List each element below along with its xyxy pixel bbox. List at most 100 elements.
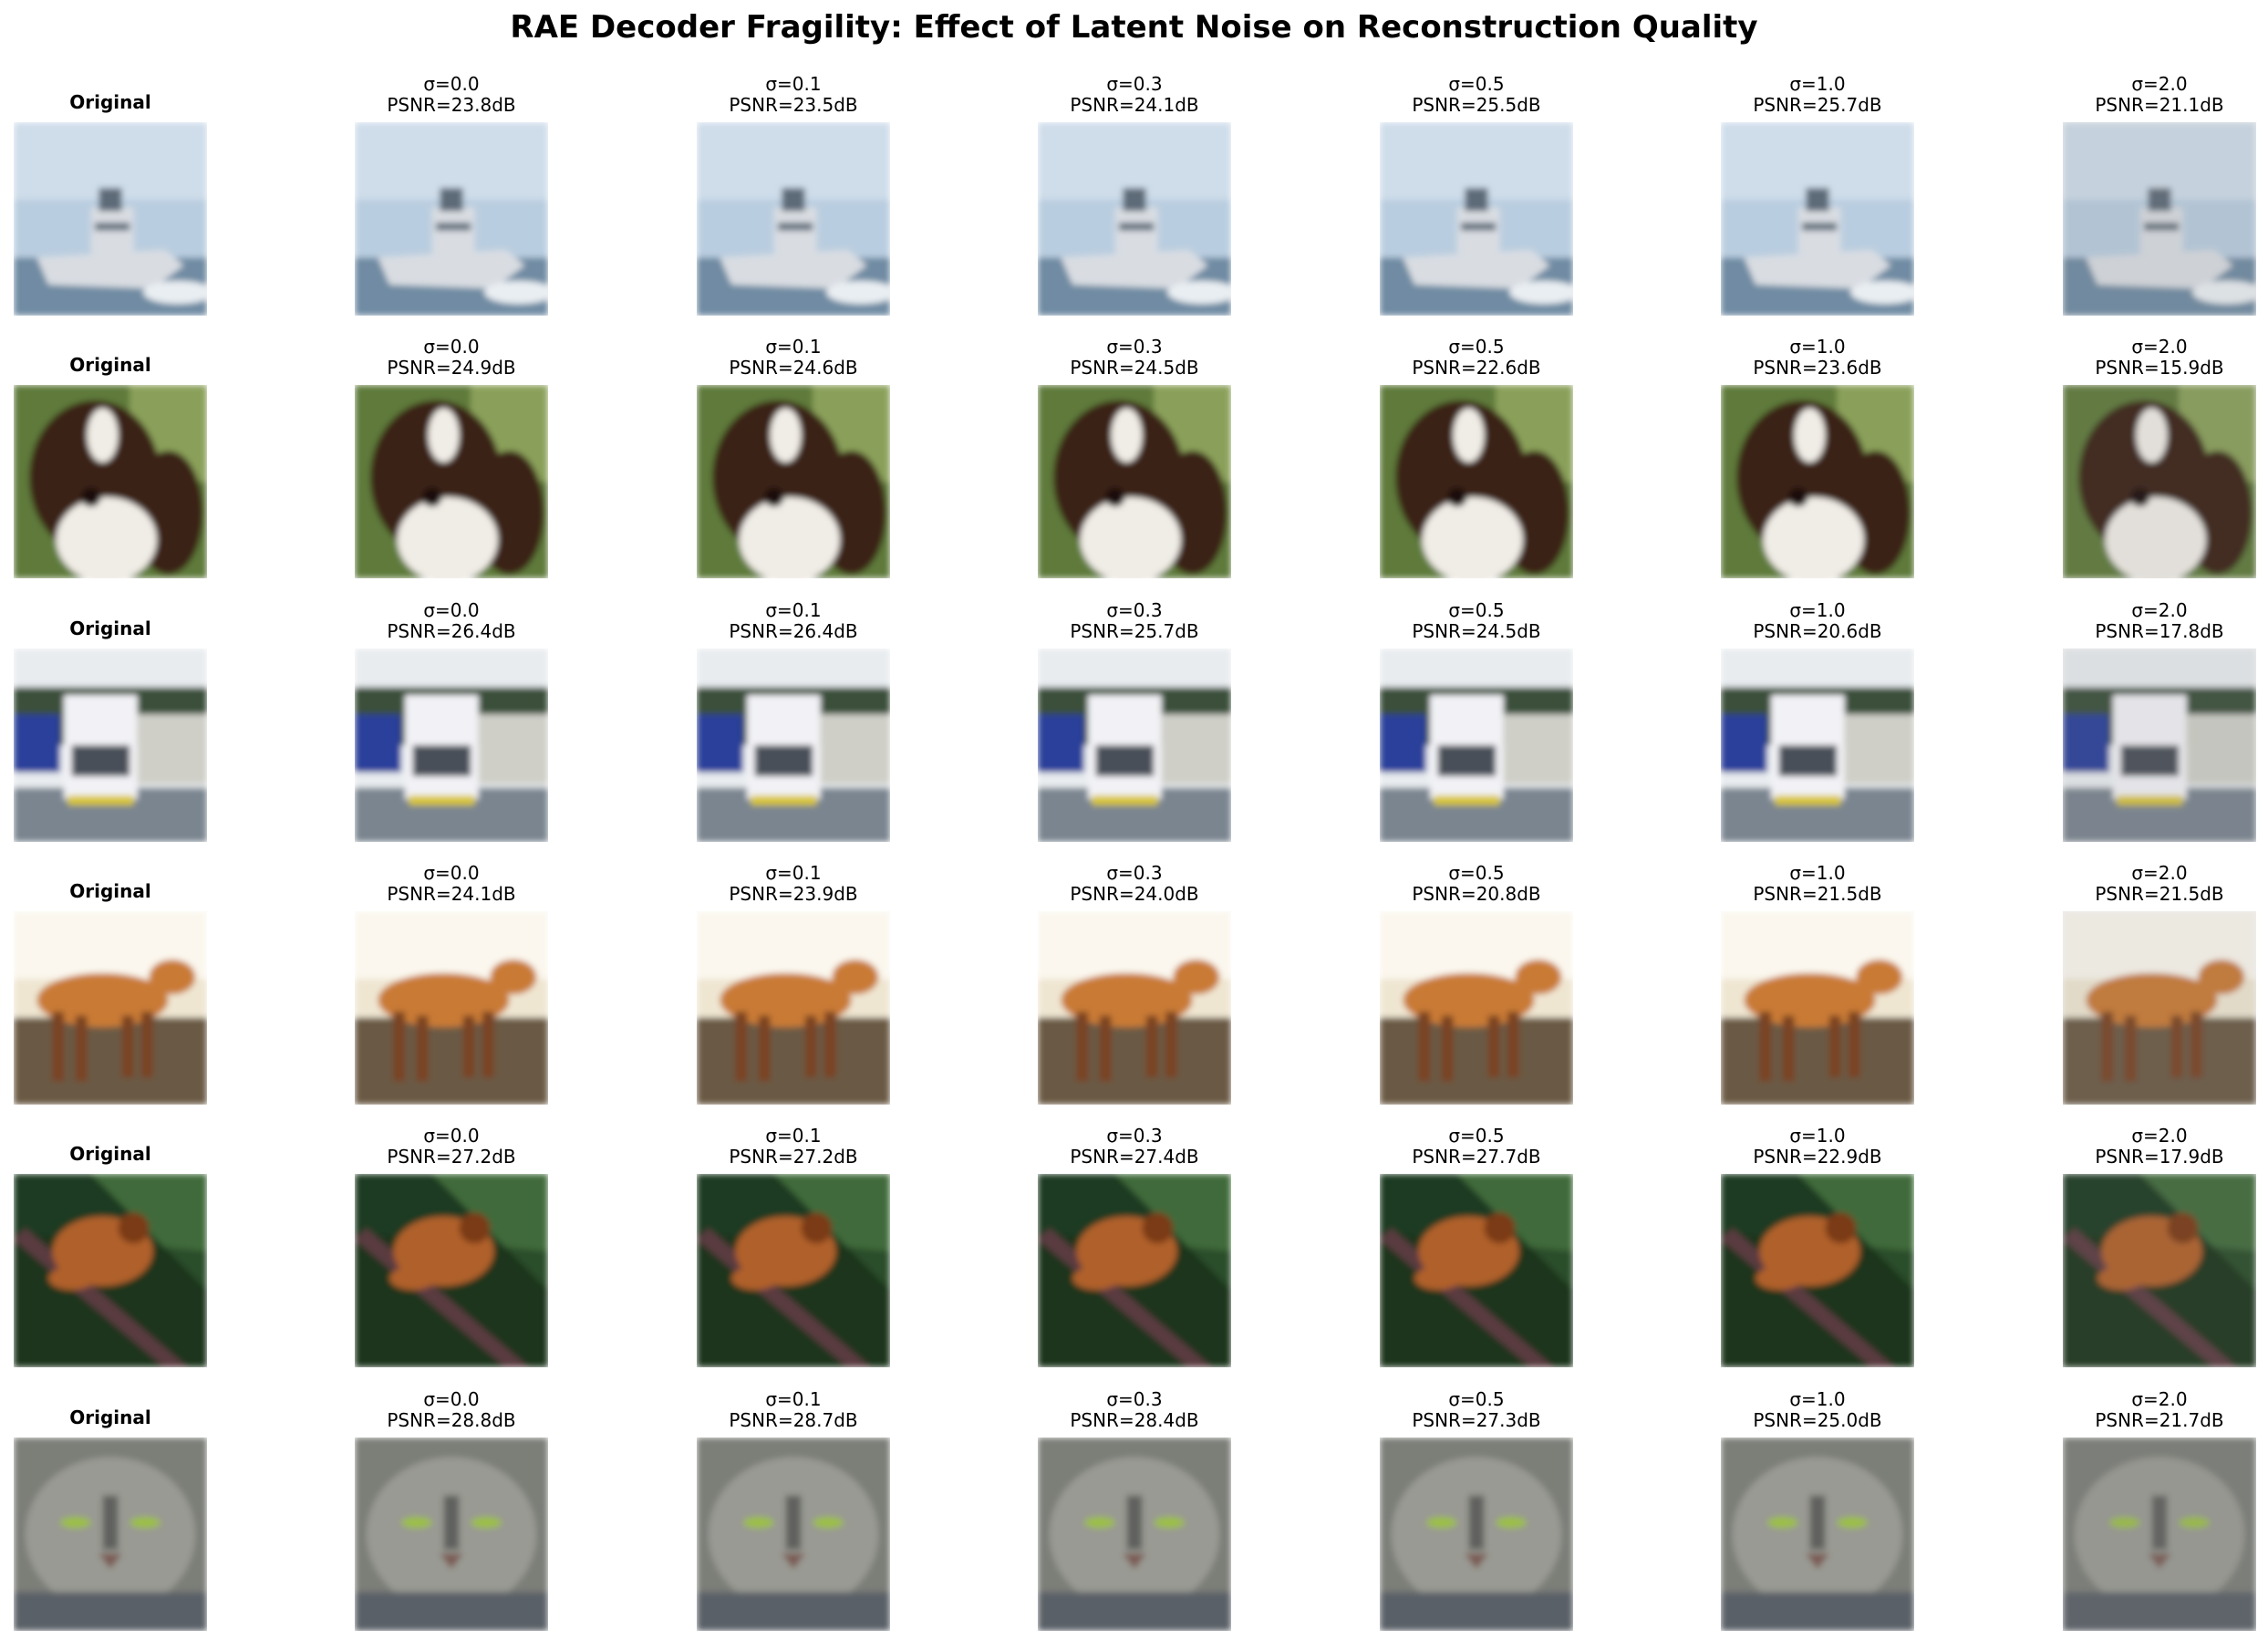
psnr-label: PSNR=25.0dB	[1753, 1409, 1882, 1431]
frog-icon	[1721, 1174, 1914, 1367]
dog-icon	[1380, 385, 1573, 578]
sigma-label: σ=0.5	[1448, 862, 1505, 884]
dog-image	[1380, 385, 1573, 578]
psnr-label: PSNR=21.5dB	[2095, 883, 2224, 905]
frog-icon	[1380, 1174, 1573, 1367]
sigma-label: σ=0.0	[423, 862, 480, 884]
psnr-label: PSNR=24.5dB	[1412, 620, 1541, 642]
original-label: Original	[69, 618, 151, 639]
cat-icon	[1380, 1438, 1573, 1631]
horse-image	[355, 911, 548, 1105]
sigma-label: σ=0.1	[765, 336, 822, 358]
figure-title: RAE Decoder Fragility: Effect of Latent …	[510, 9, 1758, 46]
truck-icon	[1721, 649, 1914, 842]
truck-icon	[355, 649, 548, 842]
sigma-label: σ=0.1	[765, 599, 822, 621]
truck-image	[2063, 649, 2256, 842]
horse-image	[14, 911, 207, 1105]
dog-icon	[2063, 385, 2256, 578]
cat-image	[1380, 1438, 1573, 1631]
dog-image	[697, 385, 890, 578]
truck-icon	[2063, 649, 2256, 842]
psnr-label: PSNR=24.1dB	[387, 883, 516, 905]
sigma-label: σ=2.0	[2131, 862, 2188, 884]
psnr-label: PSNR=23.5dB	[729, 94, 858, 116]
sigma-label: σ=1.0	[1789, 1388, 1846, 1410]
original-label: Original	[69, 880, 151, 902]
cat-icon	[355, 1438, 548, 1631]
truck-image	[1038, 649, 1231, 842]
sigma-label: σ=2.0	[2131, 1125, 2188, 1147]
psnr-label: PSNR=27.7dB	[1412, 1146, 1541, 1168]
sigma-label: σ=2.0	[2131, 1388, 2188, 1410]
truck-image	[355, 649, 548, 842]
psnr-label: PSNR=23.9dB	[729, 883, 858, 905]
psnr-label: PSNR=24.5dB	[1070, 357, 1199, 379]
psnr-label: PSNR=25.5dB	[1412, 94, 1541, 116]
horse-icon	[1038, 911, 1231, 1105]
frog-image	[355, 1174, 548, 1367]
sigma-label: σ=1.0	[1789, 336, 1846, 358]
boat-icon	[2063, 122, 2256, 316]
sigma-label: σ=0.0	[423, 73, 480, 95]
cat-icon	[1721, 1438, 1914, 1631]
cat-icon	[697, 1438, 890, 1631]
cat-icon	[1038, 1438, 1231, 1631]
horse-icon	[355, 911, 548, 1105]
cat-image	[1038, 1438, 1231, 1631]
cat-image	[355, 1438, 548, 1631]
frog-image	[1038, 1174, 1231, 1367]
sigma-label: σ=1.0	[1789, 1125, 1846, 1147]
frog-image	[1380, 1174, 1573, 1367]
psnr-label: PSNR=26.4dB	[387, 620, 516, 642]
boat-image	[1380, 122, 1573, 316]
original-label: Original	[69, 91, 151, 113]
psnr-label: PSNR=27.2dB	[729, 1146, 858, 1168]
cat-image	[2063, 1438, 2256, 1631]
sigma-label: σ=1.0	[1789, 73, 1846, 95]
horse-icon	[14, 911, 207, 1105]
sigma-label: σ=0.3	[1106, 862, 1163, 884]
sigma-label: σ=1.0	[1789, 862, 1846, 884]
boat-image	[697, 122, 890, 316]
sigma-label: σ=0.0	[423, 336, 480, 358]
psnr-label: PSNR=27.3dB	[1412, 1409, 1541, 1431]
cat-image	[1721, 1438, 1914, 1631]
psnr-label: PSNR=21.7dB	[2095, 1409, 2224, 1431]
psnr-label: PSNR=21.1dB	[2095, 94, 2224, 116]
psnr-label: PSNR=24.1dB	[1070, 94, 1199, 116]
sigma-label: σ=0.5	[1448, 73, 1505, 95]
psnr-label: PSNR=21.5dB	[1753, 883, 1882, 905]
horse-image	[697, 911, 890, 1105]
dog-icon	[1038, 385, 1231, 578]
cat-icon	[2063, 1438, 2256, 1631]
psnr-label: PSNR=26.4dB	[729, 620, 858, 642]
dog-icon	[697, 385, 890, 578]
psnr-label: PSNR=27.2dB	[387, 1146, 516, 1168]
boat-image	[1038, 122, 1231, 316]
psnr-label: PSNR=20.8dB	[1412, 883, 1541, 905]
psnr-label: PSNR=15.9dB	[2095, 357, 2224, 379]
sigma-label: σ=0.1	[765, 862, 822, 884]
psnr-label: PSNR=25.7dB	[1753, 94, 1882, 116]
sigma-label: σ=0.3	[1106, 73, 1163, 95]
frog-icon	[697, 1174, 890, 1367]
boat-icon	[697, 122, 890, 316]
horse-image	[1380, 911, 1573, 1105]
horse-image	[2063, 911, 2256, 1105]
boat-icon	[355, 122, 548, 316]
sigma-label: σ=0.0	[423, 1125, 480, 1147]
frog-image	[1721, 1174, 1914, 1367]
frog-icon	[14, 1174, 207, 1367]
sigma-label: σ=0.5	[1448, 599, 1505, 621]
boat-image	[1721, 122, 1914, 316]
truck-icon	[14, 649, 207, 842]
boat-image	[14, 122, 207, 316]
truck-image	[1380, 649, 1573, 842]
sigma-label: σ=0.0	[423, 1388, 480, 1410]
cat-icon	[14, 1438, 207, 1631]
horse-image	[1721, 911, 1914, 1105]
dog-image	[1038, 385, 1231, 578]
frog-icon	[2063, 1174, 2256, 1367]
sigma-label: σ=0.3	[1106, 1125, 1163, 1147]
